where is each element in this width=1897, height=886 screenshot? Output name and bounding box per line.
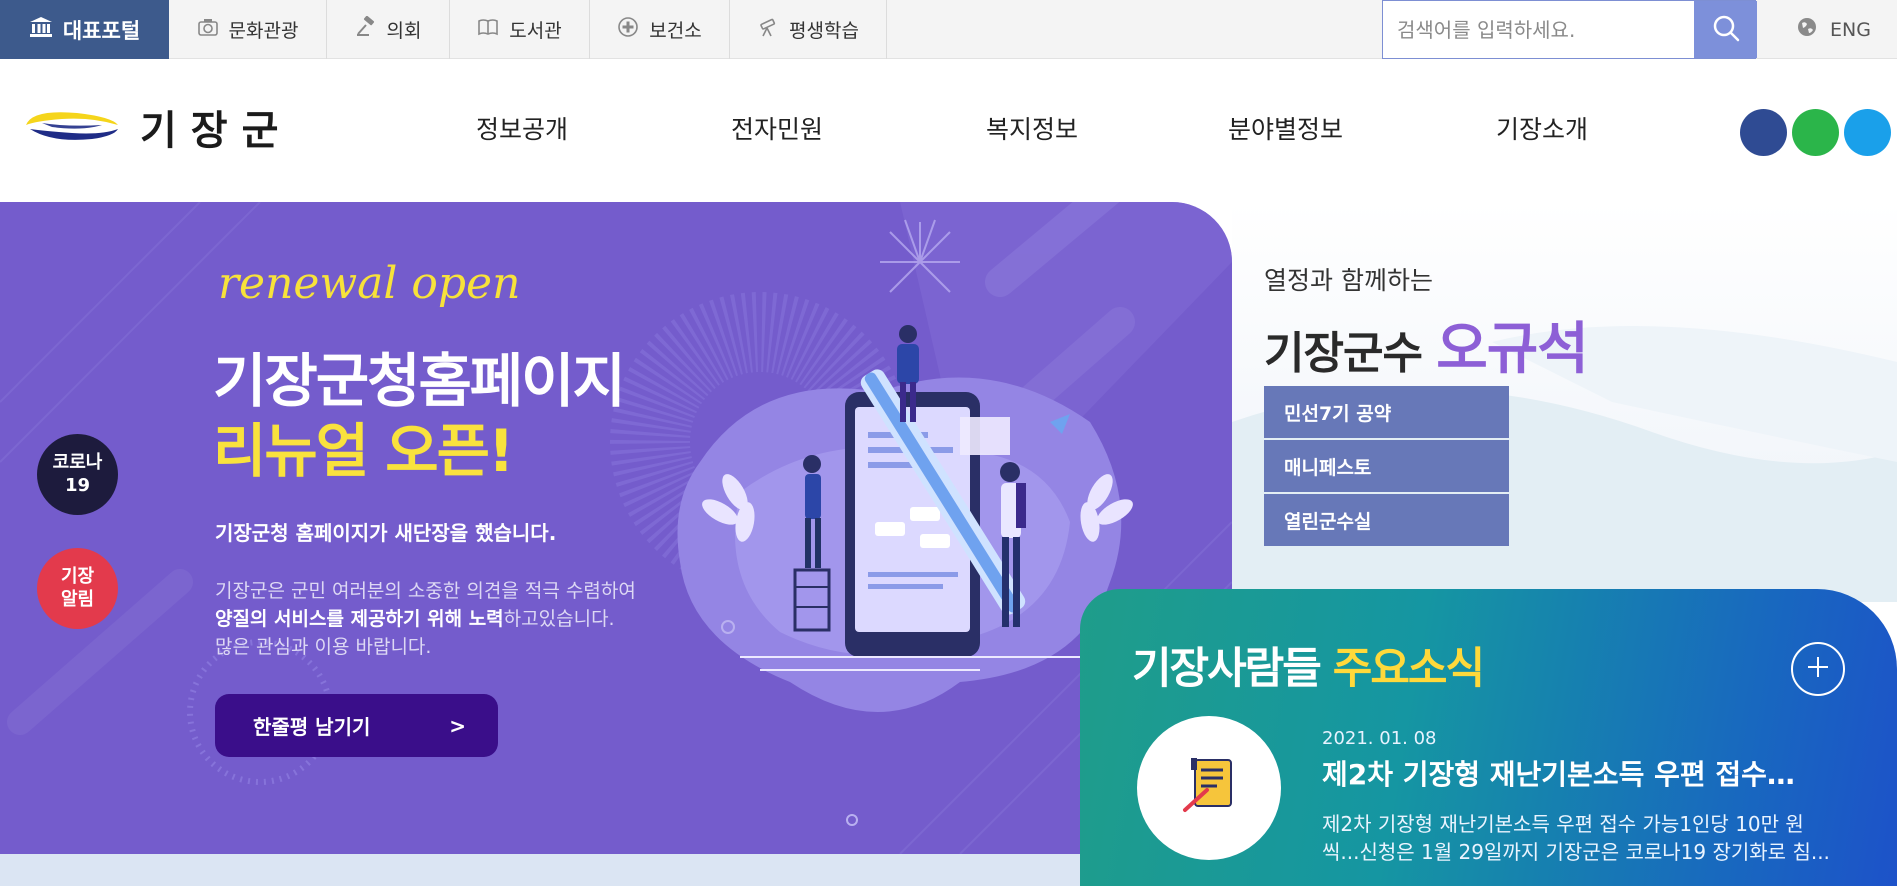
mayor-link-open-office[interactable]: 열린군수실 [1264,494,1509,546]
news-title: 기장사람들 주요소식 [1132,634,1485,696]
language-label: ENG [1830,18,1871,41]
news-thumbnail [1137,716,1281,860]
banner-lead: 기장군청 홈페이지가 새단장을 했습니다. [215,521,557,545]
topnav-health-center[interactable]: 보건소 [590,0,730,59]
mayor-subtitle: 열정과 함께하는 [1264,266,1433,295]
topnav-culture-tourism[interactable]: 문화관광 [169,0,327,59]
main-banner [0,202,1232,854]
mayor-link-pledges[interactable]: 민선7기 공약 [1264,386,1509,438]
camera-icon [197,16,219,43]
mayor-links: 민선7기 공약 매니페스토 열린군수실 [1264,386,1509,548]
covid19-button[interactable]: 코로나 19 [37,434,118,515]
gijang-notice-button[interactable]: 기장 알림 [37,548,118,629]
gnb-gijang-intro[interactable]: 기장소개 [1496,100,1588,156]
search-button[interactable] [1694,1,1757,58]
notice-label-line1: 기장 [60,566,95,587]
top-utility-bar: 대표포털 문화관광 의회 도서관 보건소 평생학습 검색어를 입력하세요. EN… [0,0,1897,59]
news-title-part2: 주요소식 [1332,644,1485,694]
gnb-field-info[interactable]: 분야별정보 [1228,100,1343,156]
news-date: 2021. 01. 08 [1322,728,1437,749]
site-logo[interactable]: 기장군 [22,102,302,154]
gnb-e-civil-service[interactable]: 전자민원 [731,100,823,156]
topnav-label: 문화관광 [228,20,299,42]
topnav-label: 도서관 [509,20,562,42]
logo-text: 기장군 [140,108,293,154]
search-icon [1711,13,1741,47]
news-body-line-1: 제2차 기장형 재난기본소득 우편 접수 가능1인당 10만 원 [1322,812,1804,836]
banner-desc-line-3: 많은 관심과 이용 바랍니다. [215,636,432,658]
topnav-label: 의회 [386,20,422,42]
mayor-link-manifesto[interactable]: 매니페스토 [1264,440,1509,492]
twitter-icon[interactable] [1844,109,1891,156]
plus-icon [1806,655,1830,683]
facebook-icon[interactable] [1740,109,1787,156]
language-switch[interactable]: ENG [1770,0,1897,59]
globe-icon [1796,16,1818,43]
leave-review-label: 한줄평 남기기 [253,715,371,739]
book-icon [477,16,499,43]
news-headline-link[interactable]: 제2차 기장형 재난기본소득 우편 접수… [1322,753,1852,793]
gnb-info-disclosure[interactable]: 정보공개 [476,100,568,156]
banner-desc-rest: 하고있습니다. [503,608,615,630]
mayor-title: 기장군수 오규석 [1264,304,1589,385]
bottom-section-strip [0,854,1080,886]
news-body-line-2: 씩...신청은 1월 29일까지 기장군은 코로나19 장기화로 침... [1322,840,1830,864]
banner-illustration [0,202,1232,854]
search-box [1382,0,1757,59]
renewal-script-title: renewal open [218,258,521,309]
building-icon [29,16,53,43]
covid19-label-line1: 코로나 [52,452,103,473]
news-more-button[interactable] [1791,642,1845,696]
portal-tab[interactable]: 대표포털 [0,0,169,59]
leave-review-button[interactable]: 한줄평 남기기 > [215,694,498,757]
banner-headline-2: 리뉴얼 오픈! [213,417,514,485]
blog-icon[interactable] [1792,109,1839,156]
mayor-title-prefix: 기장군수 [1264,328,1423,379]
telescope-icon [757,16,779,43]
topnav-label: 보건소 [649,20,702,42]
chevron-right-icon: > [449,713,466,738]
mayor-name: 오규석 [1436,317,1589,382]
topnav-council[interactable]: 의회 [327,0,450,59]
gnb-welfare-info[interactable]: 복지정보 [986,100,1078,156]
topnav-lifelong-learning[interactable]: 평생학습 [730,0,887,59]
family-site-nav: 문화관광 의회 도서관 보건소 평생학습 [169,0,887,59]
notice-label-line2: 알림 [60,588,95,610]
topnav-library[interactable]: 도서관 [450,0,590,59]
logo-swoosh-icon [22,103,122,151]
document-pen-icon [1177,754,1241,822]
news-title-part1: 기장사람들 [1132,644,1322,694]
banner-desc-bold: 양질의 서비스를 제공하기 위해 노력 [215,608,504,630]
banner-desc-line-1: 기장군은 군민 여러분의 소중한 의견을 적극 수렴하여 [215,580,636,602]
covid19-label-line2: 19 [64,474,91,496]
search-input[interactable] [1383,1,1694,58]
gavel-icon [355,15,377,43]
banner-desc-line-2: 양질의 서비스를 제공하기 위해 노력하고있습니다. [215,604,615,631]
portal-tab-label: 대표포털 [62,18,141,43]
medical-cross-icon [617,16,639,43]
topnav-label: 평생학습 [789,20,859,42]
